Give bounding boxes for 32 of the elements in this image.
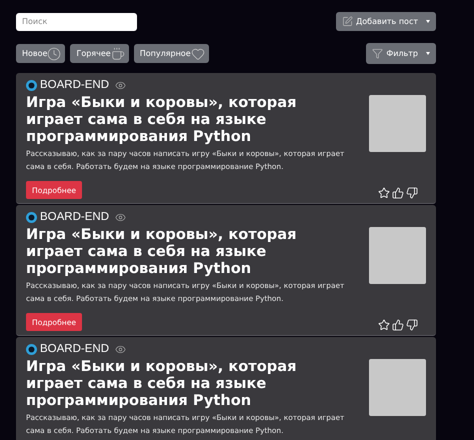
clock-icon	[47, 46, 62, 60]
post-thumbnail	[369, 359, 426, 416]
post-title: Игра «Быки и коровы», которая играет сама в себя на языке программирования Python	[26, 358, 298, 409]
thumbs-up-icon[interactable]	[392, 319, 404, 331]
star-icon[interactable]	[378, 319, 390, 331]
post-title: Игра «Быки и коровы», которая играет сама в себя на языке программирования Python	[26, 94, 298, 145]
thumbs-up-icon[interactable]	[392, 187, 404, 199]
eye-icon	[115, 212, 126, 222]
thumbs-down-icon[interactable]	[406, 187, 418, 199]
add-post-button[interactable]: Добавить пост	[336, 12, 436, 31]
post-title: Игра «Быки и коровы», которая играет сама в себя на языке программирования Python	[26, 226, 298, 277]
post-thumbnail	[369, 95, 426, 152]
star-icon[interactable]	[378, 187, 390, 199]
eye-icon	[115, 344, 126, 354]
thumbs-down-icon[interactable]	[406, 319, 418, 331]
post-thumbnail	[369, 227, 426, 284]
edit-icon	[342, 16, 353, 27]
heart-icon	[190, 46, 205, 60]
sort-tab[interactable]: Новое	[16, 44, 66, 63]
avatar-icon	[26, 344, 37, 354]
cup-icon	[110, 46, 125, 60]
search-field[interactable]: Поиск	[16, 12, 137, 30]
sort-tab[interactable]: Популярное	[134, 44, 209, 63]
sort-tab[interactable]: Горячее	[70, 44, 129, 63]
avatar-icon	[26, 212, 37, 222]
filter-icon	[372, 48, 384, 59]
filter-button[interactable]: Фильтр	[366, 43, 436, 64]
author-name[interactable]: BOARD-END	[40, 211, 110, 223]
eye-icon	[115, 80, 126, 90]
author-name[interactable]: BOARD-END	[40, 79, 110, 91]
avatar-icon	[26, 80, 37, 90]
author-name[interactable]: BOARD-END	[40, 343, 110, 355]
